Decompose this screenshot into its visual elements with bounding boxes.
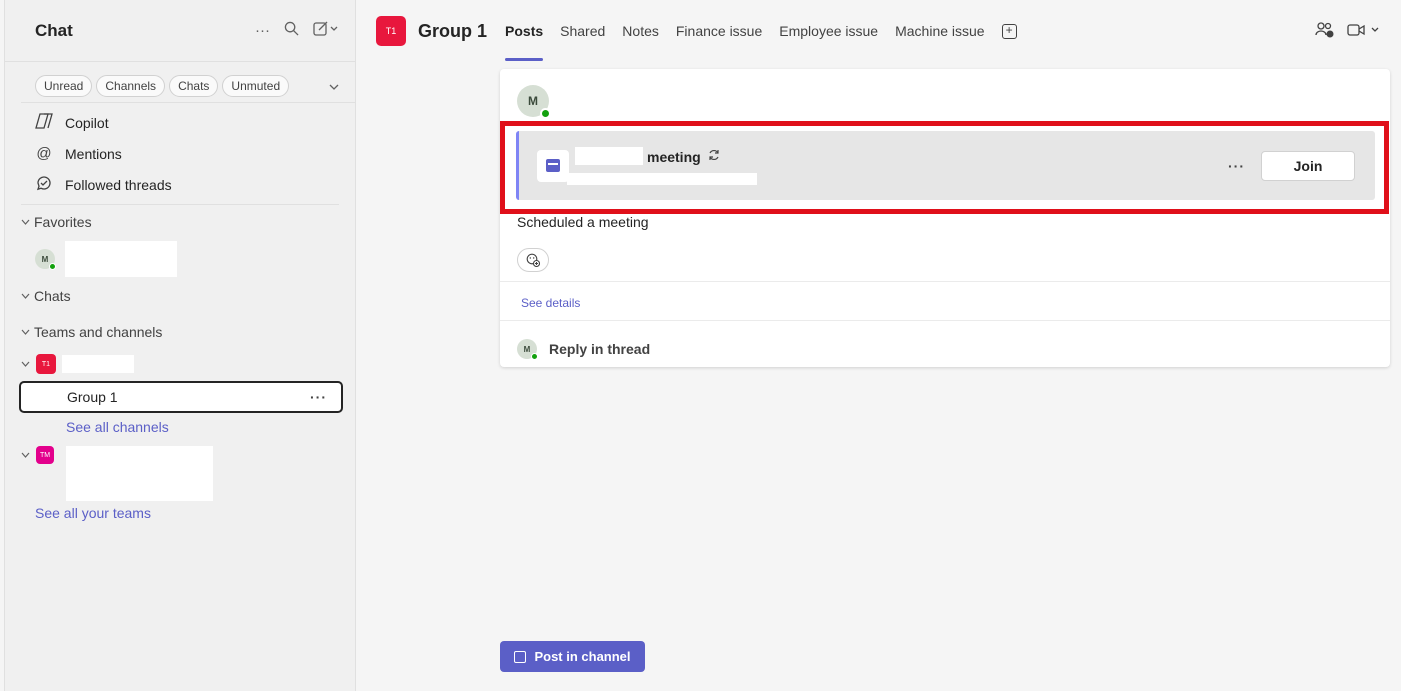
team-avatar: T1 xyxy=(36,354,56,374)
avatar-initial: M xyxy=(41,254,49,264)
more-options-icon[interactable]: ··· xyxy=(310,389,327,405)
chevron-down-icon xyxy=(21,217,30,228)
nav-copilot-label: Copilot xyxy=(65,114,109,131)
section-favorites-label: Favorites xyxy=(34,214,92,230)
sidebar-title: Chat xyxy=(35,20,73,40)
channel-item-group-1[interactable]: Group 1 ··· xyxy=(19,381,343,413)
filter-chips: Unread Channels Chats Unmuted xyxy=(5,62,355,102)
chevron-down-icon xyxy=(21,450,30,461)
see-details-link[interactable]: See details xyxy=(521,296,580,310)
scheduled-meeting-text: Scheduled a meeting xyxy=(517,214,649,230)
channel-header: T1 Group 1 Posts Shared Notes Finance is… xyxy=(356,0,1401,62)
redacted-team-name xyxy=(66,446,213,501)
tab-finance-issue[interactable]: Finance issue xyxy=(676,0,762,62)
nav-followed-label: Followed threads xyxy=(65,176,172,193)
more-options-icon[interactable]: ··· xyxy=(255,22,270,39)
followed-threads-icon xyxy=(35,175,53,195)
compose-icon xyxy=(514,650,527,663)
avatar[interactable]: M xyxy=(517,85,551,119)
highlight-box xyxy=(500,121,1389,214)
channel-main: T1 Group 1 Posts Shared Notes Finance is… xyxy=(356,0,1401,691)
team-avatar: T1 xyxy=(376,16,406,46)
section-favorites[interactable]: Favorites xyxy=(5,205,355,239)
divider xyxy=(21,102,355,103)
avatar: M xyxy=(517,339,538,360)
divider xyxy=(500,281,1390,282)
reply-in-thread[interactable]: M Reply in thread xyxy=(517,339,651,360)
avatar: M xyxy=(35,249,56,270)
tab-posts[interactable]: Posts xyxy=(505,0,544,62)
redacted-name xyxy=(65,241,177,277)
see-all-channels-link[interactable]: See all channels xyxy=(66,419,169,435)
presence-available-icon xyxy=(531,353,538,360)
tab-employee-issue[interactable]: Employee issue xyxy=(779,0,878,62)
reply-label: Reply in thread xyxy=(549,341,651,357)
search-icon[interactable] xyxy=(284,21,299,40)
chat-sidebar: Chat ··· Unread Channels Chats Unmuted C… xyxy=(4,0,356,691)
filter-channels[interactable]: Channels xyxy=(96,75,166,97)
avatar-initial: M xyxy=(523,344,531,354)
chevron-down-icon[interactable] xyxy=(329,79,339,93)
post-card: M meeting ··· Join Scheduled a meeting S… xyxy=(500,69,1390,367)
copilot-icon xyxy=(35,112,53,133)
filter-unmuted[interactable]: Unmuted xyxy=(222,75,290,97)
tab-shared[interactable]: Shared xyxy=(560,0,605,62)
team-avatar: TM xyxy=(36,446,54,464)
nav-copilot[interactable]: Copilot xyxy=(5,107,355,138)
tab-notes[interactable]: Notes xyxy=(622,0,659,62)
post-in-channel-label: Post in channel xyxy=(534,649,631,664)
chevron-down-icon xyxy=(21,291,30,302)
post-in-channel-button[interactable]: Post in channel xyxy=(500,641,645,672)
filter-chats[interactable]: Chats xyxy=(169,75,219,97)
nav-followed-threads[interactable]: Followed threads xyxy=(5,169,355,200)
divider xyxy=(500,320,1390,321)
section-chats[interactable]: Chats xyxy=(5,279,355,313)
chevron-down-icon xyxy=(21,327,30,338)
new-chat-icon[interactable] xyxy=(313,21,339,41)
chevron-down-icon xyxy=(21,359,30,370)
add-tab-icon[interactable]: + xyxy=(1001,23,1017,39)
add-reaction-icon[interactable] xyxy=(517,248,549,272)
video-call-icon[interactable] xyxy=(1347,23,1381,40)
section-teams-label: Teams and channels xyxy=(34,324,163,340)
team-item-2[interactable]: TM xyxy=(5,441,355,501)
avatar-initial: M xyxy=(528,94,538,108)
people-settings-icon[interactable] xyxy=(1315,21,1335,42)
sidebar-header: Chat ··· xyxy=(5,0,355,62)
nav-mentions-label: Mentions xyxy=(65,145,122,162)
channel-title: Group 1 xyxy=(418,20,488,41)
section-chats-label: Chats xyxy=(34,288,71,304)
team-item-1[interactable]: T1 xyxy=(5,349,355,379)
filter-unread[interactable]: Unread xyxy=(35,75,93,97)
presence-available-icon xyxy=(49,263,56,270)
favorite-chat-item[interactable]: M xyxy=(5,239,355,279)
presence-available-icon xyxy=(540,108,551,119)
tab-machine-issue[interactable]: Machine issue xyxy=(895,0,985,62)
section-teams[interactable]: Teams and channels xyxy=(5,315,355,349)
at-icon: @ xyxy=(36,145,52,162)
redacted-team-name xyxy=(62,355,134,373)
channel-name: Group 1 xyxy=(67,389,118,405)
nav-mentions[interactable]: @ Mentions xyxy=(5,138,355,169)
see-all-teams-link[interactable]: See all your teams xyxy=(35,505,151,521)
